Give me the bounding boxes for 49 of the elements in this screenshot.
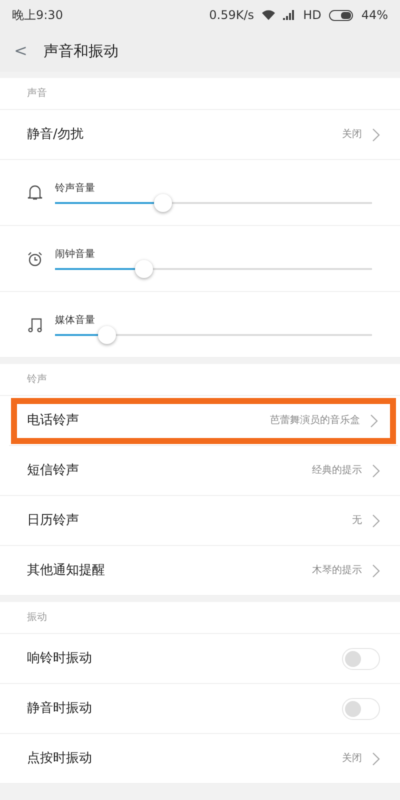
row-label: 静音/勿扰 [27, 126, 84, 144]
row-label: 电话铃声 [27, 412, 79, 430]
settings-row[interactable]: 静音/勿扰 关闭 [0, 110, 400, 160]
row-value: 关闭 [342, 128, 362, 142]
row-value: 芭蕾舞演员的音乐盒 [270, 414, 360, 428]
status-time: 晚上9:30 [12, 7, 63, 24]
slider-thumb[interactable] [134, 260, 153, 278]
network-type: HD [303, 7, 322, 24]
alarm-clock-icon [27, 250, 43, 266]
back-button[interactable]: < [14, 39, 28, 63]
chevron-icon [370, 414, 378, 428]
section-title: 铃声 [0, 364, 400, 396]
row-label: 静音时振动 [27, 700, 92, 718]
row-label: 响铃时振动 [27, 650, 92, 668]
bell-icon [27, 184, 43, 201]
settings-row[interactable]: 日历铃声 无 [0, 496, 400, 546]
row-value: 经典的提示 [312, 464, 362, 478]
row-label: 短信铃声 [27, 462, 79, 480]
slider-thumb[interactable] [98, 326, 116, 344]
slider-label: 铃声音量 [55, 182, 96, 196]
chevron-icon [372, 514, 380, 528]
slider-label: 媒体音量 [55, 314, 96, 328]
slider-thumb[interactable] [154, 194, 172, 212]
row-value: 木琴的提示 [312, 564, 362, 578]
row-value: 关闭 [342, 752, 362, 766]
toggle-switch[interactable] [342, 648, 380, 670]
settings-row[interactable]: 其他通知提醒 木琴的提示 [0, 546, 400, 596]
signal-icon [283, 10, 296, 20]
chevron-icon [372, 464, 380, 478]
row-label: 其他通知提醒 [27, 562, 105, 580]
battery-level: 44% [361, 7, 388, 24]
chevron-icon [372, 752, 380, 766]
section-title: 声音 [0, 78, 400, 110]
section-title: 振动 [0, 602, 400, 634]
settings-row[interactable]: 点按时振动 关闭 [0, 734, 400, 784]
chevron-icon [372, 128, 380, 142]
settings-row[interactable]: 短信铃声 经典的提示 [0, 446, 400, 496]
row-label: 日历铃声 [27, 512, 79, 530]
row-value: 无 [352, 514, 362, 528]
page-title: 声音和振动 [43, 40, 118, 62]
chevron-icon [372, 564, 380, 578]
slider-label: 闹钟音量 [55, 248, 96, 262]
settings-row[interactable]: 电话铃声 芭蕾舞演员的音乐盒 [9, 396, 398, 446]
music-note-icon [27, 316, 43, 332]
wifi-icon [262, 10, 276, 20]
toggle-switch[interactable] [342, 698, 380, 720]
battery-icon [329, 10, 354, 20]
network-speed: 0.59K/s [209, 7, 254, 24]
row-label: 点按时振动 [27, 750, 92, 768]
